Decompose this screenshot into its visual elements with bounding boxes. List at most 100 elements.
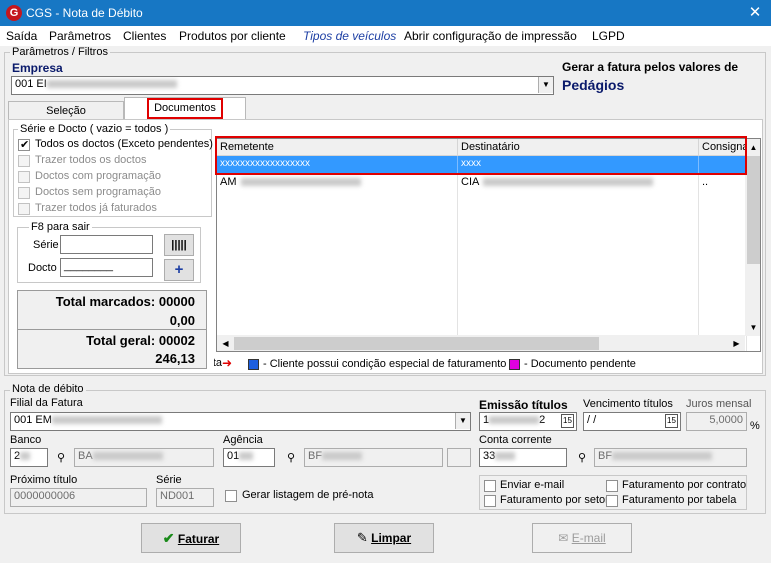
cell-remetente-text: AM bbox=[220, 176, 237, 188]
scroll-right-icon[interactable]: ▶ bbox=[728, 335, 745, 351]
option-sem-programacao-label: Doctos sem programação bbox=[35, 186, 161, 198]
enviar-email-checkbox[interactable] bbox=[484, 480, 496, 492]
proximo-titulo-field: 0000000006 bbox=[10, 488, 147, 507]
filial-select[interactable]: 001 EM ▼ bbox=[10, 412, 471, 431]
option-com-programacao-checkbox[interactable] bbox=[18, 171, 30, 183]
horizontal-scroll-thumb[interactable] bbox=[234, 337, 599, 350]
cell-remetente: AM bbox=[217, 174, 458, 351]
binoculars-icon[interactable]: ⚲ bbox=[287, 451, 295, 464]
conta-label: Conta corrente bbox=[479, 434, 552, 446]
serie-docto-label: Série e Docto ( vazio = todos ) bbox=[18, 123, 171, 135]
option-trazer-todos-checkbox[interactable] bbox=[18, 155, 30, 167]
binoculars-icon[interactable]: ⚲ bbox=[578, 451, 586, 464]
total-marcados-value: 0,00 bbox=[169, 313, 195, 328]
scroll-up-icon[interactable]: ▲ bbox=[745, 139, 760, 156]
scroll-down-icon[interactable]: ▼ bbox=[745, 319, 760, 336]
conta-name: BF bbox=[598, 450, 613, 462]
juros-label: Juros mensal bbox=[686, 398, 752, 410]
tab-selecao[interactable]: Seleção bbox=[8, 101, 124, 120]
menu-lgpd[interactable]: LGPD bbox=[592, 29, 625, 43]
option-todos-checkbox[interactable] bbox=[18, 138, 30, 151]
chevron-down-icon[interactable]: ▼ bbox=[538, 77, 553, 93]
tab-documentos-highlight: Documentos bbox=[147, 98, 223, 119]
filial-value: 001 EM bbox=[14, 414, 52, 426]
agencia-code: 01 bbox=[227, 450, 240, 462]
option-sem-programacao-checkbox[interactable] bbox=[18, 187, 30, 199]
table-row[interactable]: AM CIA .. bbox=[217, 174, 747, 351]
serie-nota-field: ND001 bbox=[156, 488, 214, 507]
faturar-label: Faturar bbox=[177, 532, 220, 546]
emissao-value-b: 2 bbox=[539, 414, 546, 426]
calendar-icon[interactable]: 15 bbox=[561, 414, 574, 428]
fat-contrato-checkbox[interactable] bbox=[606, 480, 618, 492]
faturar-button[interactable]: ✔ Faturar bbox=[141, 523, 241, 553]
legend-prefix-text: nsulta bbox=[214, 357, 222, 369]
vencimento-value: / / bbox=[587, 414, 597, 426]
menu-clientes[interactable]: Clientes bbox=[123, 29, 166, 43]
title-bar: G CGS - Nota de Débito ✕ bbox=[0, 0, 771, 26]
conta-code-input[interactable]: 33 bbox=[479, 448, 567, 467]
vertical-scroll-thumb[interactable] bbox=[747, 156, 760, 264]
juros-input[interactable]: 5,0000 bbox=[686, 412, 747, 431]
email-button[interactable]: ✉ E-mail bbox=[532, 523, 632, 553]
banco-code-input[interactable]: 2 bbox=[10, 448, 48, 467]
serie-label: Série bbox=[33, 239, 59, 251]
vertical-scrollbar[interactable]: ▲ ▼ bbox=[745, 139, 760, 336]
docto-label: Docto bbox=[28, 262, 57, 274]
app-logo-icon: G bbox=[6, 5, 22, 21]
binoculars-icon[interactable]: ⚲ bbox=[57, 451, 65, 464]
fat-setor-label: Faturamento por setor bbox=[500, 494, 609, 506]
agencia-code-input[interactable]: 01 bbox=[223, 448, 275, 467]
menu-saida[interactable]: Saída bbox=[6, 29, 37, 43]
add-icon[interactable]: + bbox=[164, 259, 194, 281]
scroll-left-icon[interactable]: ◀ bbox=[217, 335, 234, 351]
agencia-name-field: BF bbox=[304, 448, 443, 467]
vencimento-label: Vencimento títulos bbox=[583, 398, 673, 410]
horizontal-scrollbar[interactable]: ◀ ▶ bbox=[217, 335, 745, 351]
legend-item1: - Cliente possui condição especial de fa… bbox=[263, 358, 507, 370]
total-geral-box: Total geral: 00002 246,13 bbox=[17, 329, 207, 369]
limpar-button[interactable]: ✎ Limpar bbox=[334, 523, 434, 553]
cell-destinatario: CIA bbox=[458, 174, 699, 351]
conta-name-field: BF bbox=[594, 448, 747, 467]
agencia-name: BF bbox=[308, 450, 323, 462]
legend-prefix: nsulta bbox=[214, 357, 222, 371]
vencimento-input[interactable]: / / 15 bbox=[583, 412, 681, 431]
fat-tabela-label: Faturamento por tabela bbox=[622, 494, 737, 506]
emissao-input[interactable]: 12 15 bbox=[479, 412, 577, 431]
docto-input[interactable]: ________ bbox=[60, 258, 153, 277]
empresa-select[interactable]: 001 EI ▼ bbox=[11, 76, 554, 95]
calendar-icon[interactable]: 15 bbox=[665, 414, 678, 428]
fat-setor-checkbox[interactable] bbox=[484, 495, 496, 507]
banco-label: Banco bbox=[10, 434, 42, 446]
docto-value: ________ bbox=[64, 260, 113, 272]
broom-icon: ✎ bbox=[356, 530, 368, 545]
total-geral-count: 00002 bbox=[158, 333, 195, 348]
fat-contrato-label: Faturamento por contrato bbox=[622, 479, 747, 491]
barcode-icon[interactable]: ||||| bbox=[164, 234, 194, 256]
check-icon: ✔ bbox=[162, 530, 175, 546]
tab-documentos[interactable]: Documentos bbox=[124, 97, 246, 119]
gerar-listagem-checkbox[interactable] bbox=[225, 490, 237, 502]
option-todos-label: Todos os doctos (Exceto pendentes) bbox=[35, 138, 213, 150]
conta-code: 33 bbox=[483, 450, 496, 462]
banco-name-field: BA bbox=[74, 448, 214, 467]
agencia-digit-field bbox=[447, 448, 471, 467]
chevron-down-icon[interactable]: ▼ bbox=[455, 413, 470, 429]
filters-group-label: Parâmetros / Filtros bbox=[10, 46, 110, 58]
total-marcados-label: Total marcados: bbox=[55, 294, 156, 309]
menu-abrir-configuracao[interactable]: Abrir configuração de impressão bbox=[404, 29, 577, 43]
legend-color-blue bbox=[248, 359, 259, 370]
close-icon[interactable]: ✕ bbox=[745, 3, 765, 23]
menu-tipos-de-veiculos[interactable]: Tipos de veículos bbox=[303, 29, 396, 43]
menu-parametros[interactable]: Parâmetros bbox=[49, 29, 111, 43]
option-ja-faturados-checkbox[interactable] bbox=[18, 203, 30, 215]
menu-produtos-por-cliente[interactable]: Produtos por cliente bbox=[179, 29, 286, 43]
juros-unit: % bbox=[750, 420, 760, 432]
total-marcados-count: 00000 bbox=[158, 294, 195, 309]
fat-tabela-checkbox[interactable] bbox=[606, 495, 618, 507]
option-com-programacao-label: Doctos com programação bbox=[35, 170, 161, 182]
serie-input[interactable] bbox=[60, 235, 153, 254]
agencia-label: Agência bbox=[223, 434, 263, 446]
legend-item2: - Documento pendente bbox=[524, 358, 636, 370]
